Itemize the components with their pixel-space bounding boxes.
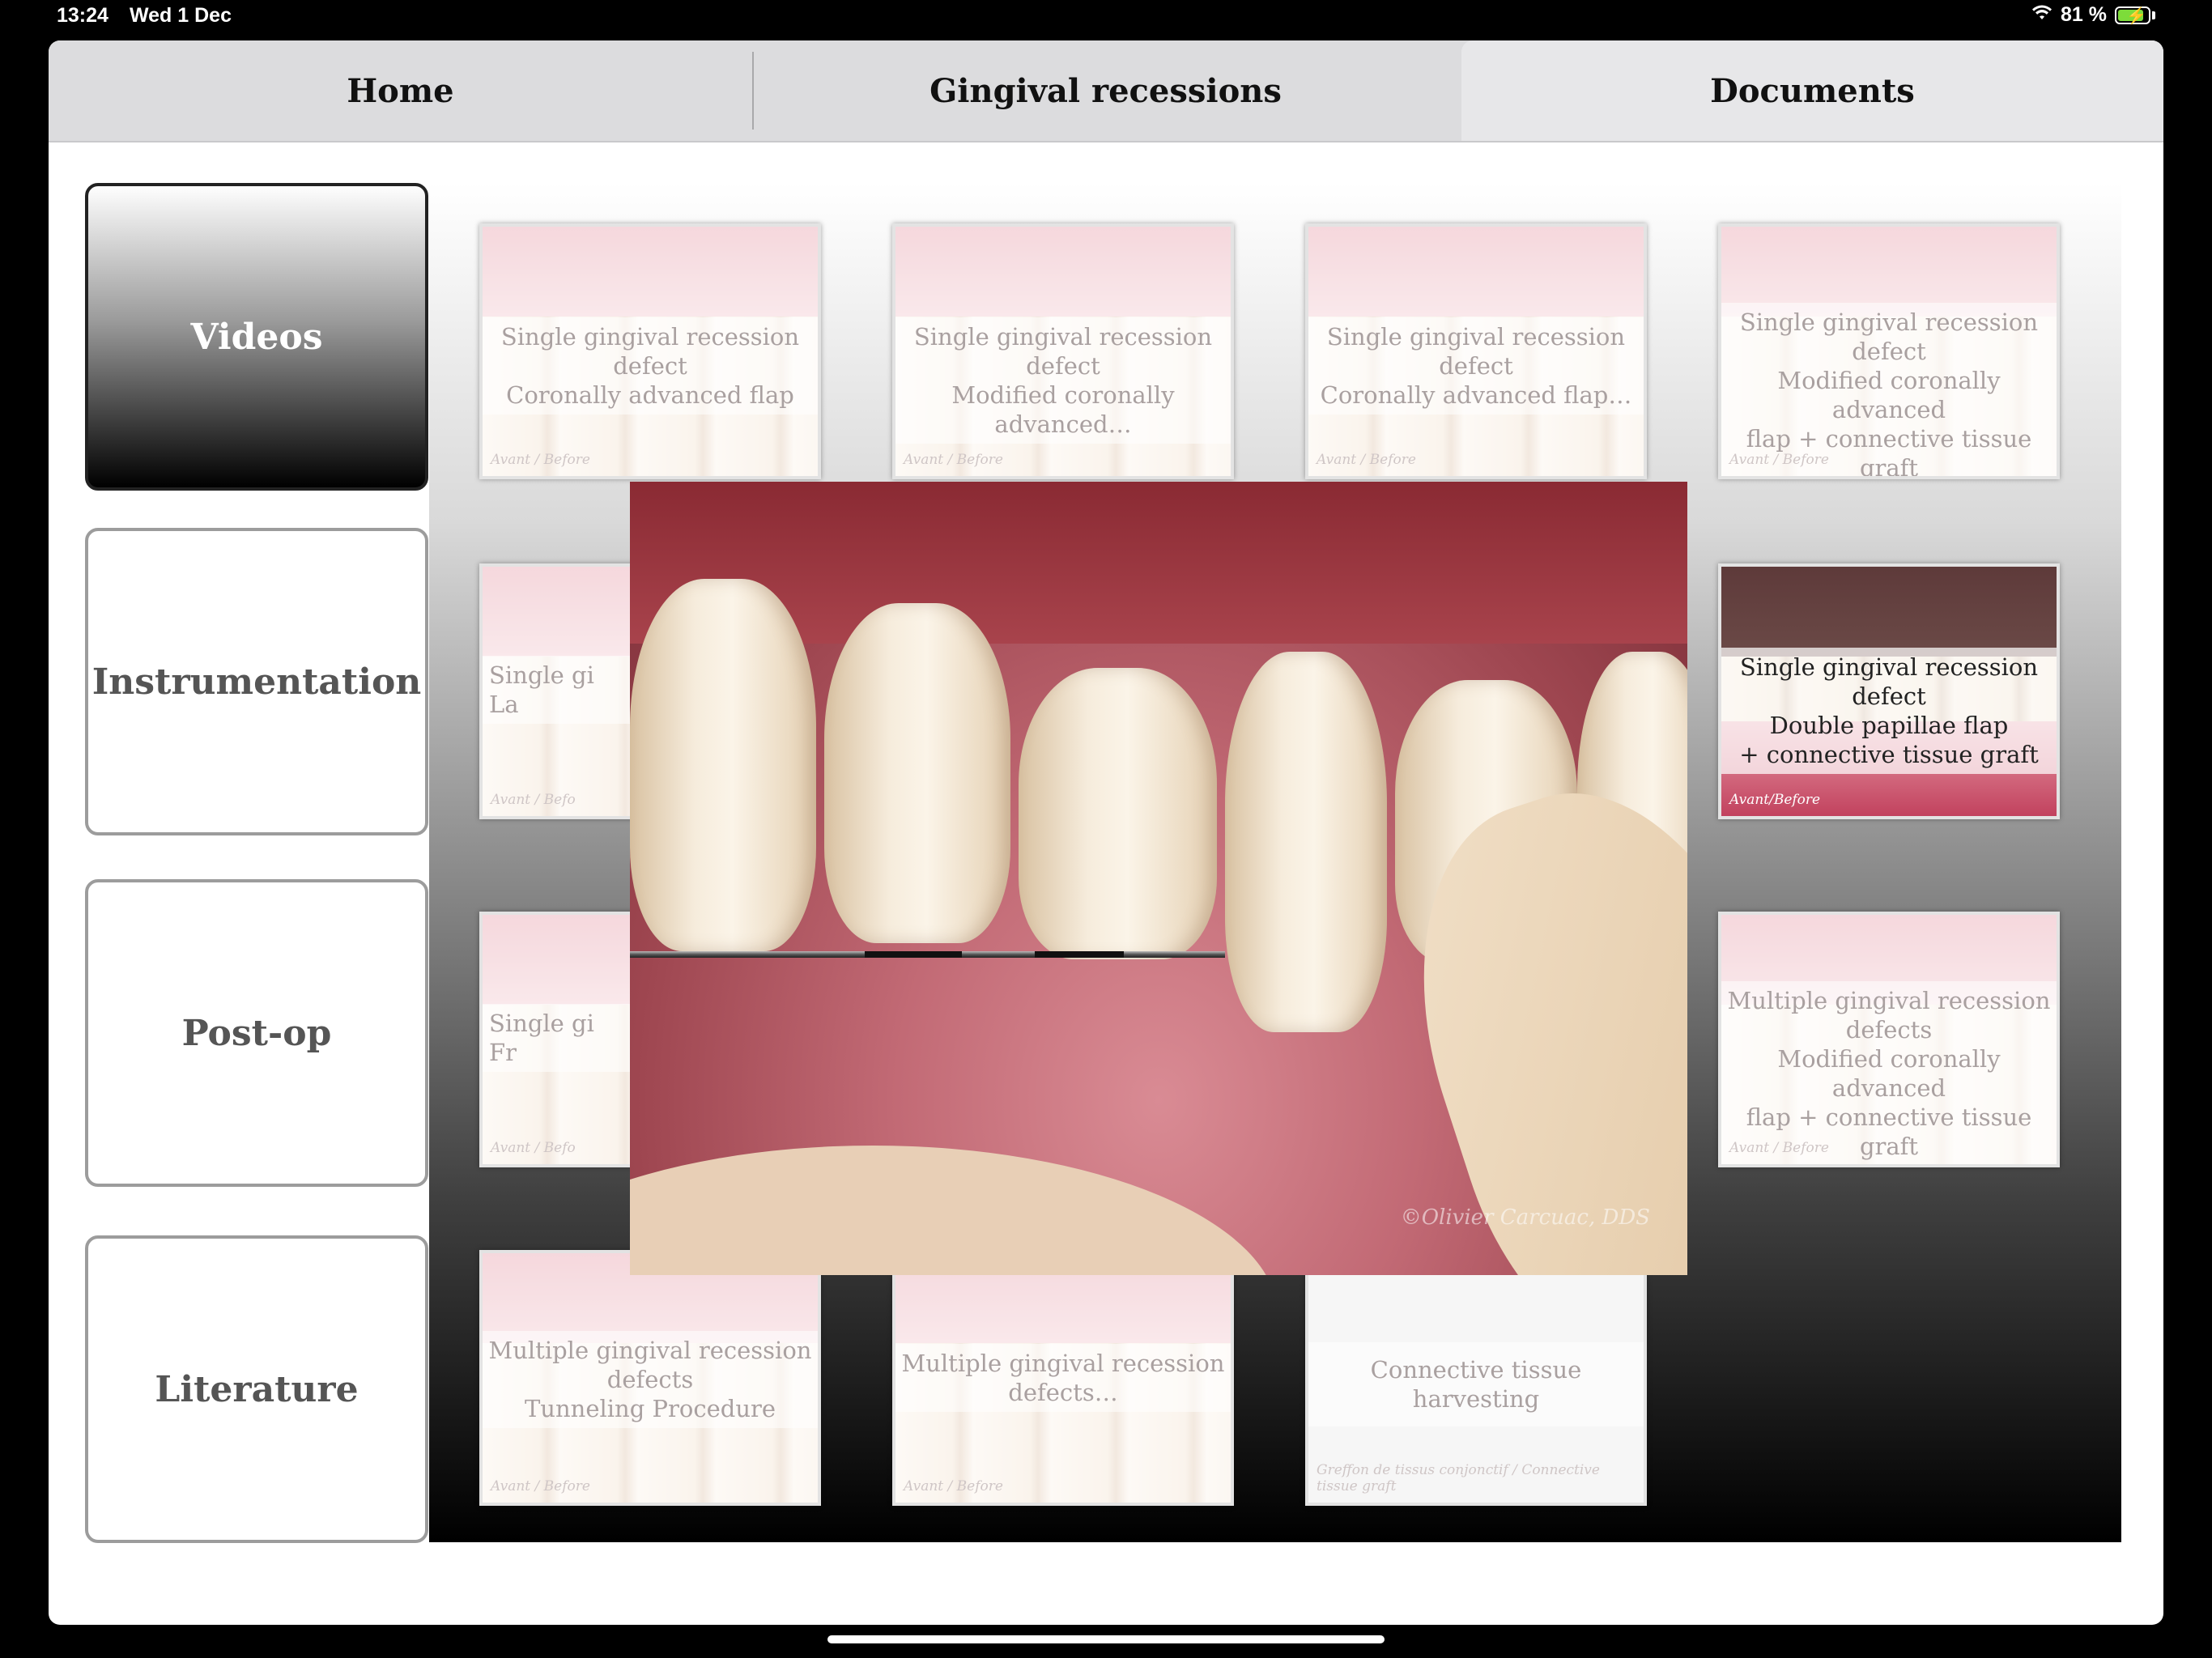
- thumbnail-title: Connective tissue harvesting: [1308, 1342, 1644, 1426]
- thumbnail-title: Single gingival recession defect Coronal…: [483, 317, 818, 414]
- video-thumbnail[interactable]: Single gingival recession defect Coronal…: [479, 223, 821, 479]
- video-thumbnail[interactable]: Multiple gingival recession defects… Ava…: [892, 1250, 1234, 1506]
- sidebar-item-instrumentation[interactable]: Instrumentation: [85, 528, 428, 835]
- thumbnail-tag: Avant/Before: [1729, 792, 1821, 808]
- video-thumbnail[interactable]: Connective tissue harvesting Greffon de …: [1305, 1250, 1647, 1506]
- battery-icon: ⚡: [2115, 6, 2150, 25]
- wifi-icon: [2031, 3, 2052, 27]
- video-thumbnail[interactable]: Multiple gingival recession defects Tunn…: [479, 1250, 821, 1506]
- sidebar-item-literature[interactable]: Literature: [85, 1235, 428, 1543]
- app-window: Home Gingival recessions Documents Video…: [49, 40, 2163, 1625]
- status-date: Wed 1 Dec: [130, 4, 232, 27]
- thumbnail-title: Single gingival recession defect Double …: [1721, 648, 2057, 774]
- thumbnail-tag: Avant / Before: [1729, 452, 1829, 468]
- thumbnail-title: Multiple gingival recession defects Tunn…: [483, 1331, 818, 1428]
- sidebar-item-post-op[interactable]: Post-op: [85, 879, 428, 1187]
- thumbnail-tag: Avant / Before: [491, 1478, 590, 1494]
- video-thumbnail[interactable]: Single gingival recession defect Modifie…: [892, 223, 1234, 479]
- video-player[interactable]: ©Olivier Carcuac, DDS: [630, 482, 1687, 1275]
- tab-home[interactable]: Home: [49, 40, 752, 141]
- status-right: 81 % ⚡: [2031, 3, 2155, 27]
- tab-gingival-recessions[interactable]: Gingival recessions: [754, 40, 1457, 141]
- home-indicator[interactable]: [827, 1635, 1385, 1643]
- battery-percent: 81 %: [2061, 3, 2107, 26]
- status-time: 13:24: [57, 4, 108, 27]
- thumbnail-tag: Avant / Befo: [491, 792, 576, 808]
- video-thumbnail[interactable]: Single gingival recession defect Double …: [1718, 563, 2060, 819]
- thumbnail-title: Multiple gingival recession defects Modi…: [1721, 981, 2057, 1164]
- thumbnail-title: Single gingival recession defect Coronal…: [1308, 317, 1644, 414]
- thumbnail-tag: Avant / Before: [491, 452, 590, 468]
- tab-bar: Home Gingival recessions Documents: [49, 40, 2163, 142]
- video-watermark: ©Olivier Carcuac, DDS: [1400, 1205, 1650, 1230]
- thumbnail-title: Single gingival recession defect Modifie…: [895, 317, 1231, 444]
- status-bar: 13:24 Wed 1 Dec 81 % ⚡: [0, 0, 2212, 32]
- thumbnail-tag: Avant / Before: [1317, 452, 1416, 468]
- thumbnail-tag: Greffon de tissus conjonctif / Connectiv…: [1317, 1462, 1600, 1494]
- tab-documents[interactable]: Documents: [1461, 40, 2163, 141]
- thumbnail-tag: Avant / Befo: [491, 1140, 576, 1156]
- thumbnail-tag: Avant / Before: [904, 452, 1003, 468]
- thumbnail-tag: Avant / Before: [1729, 1140, 1829, 1156]
- thumbnail-title: Multiple gingival recession defects…: [895, 1344, 1231, 1412]
- video-thumbnail[interactable]: Multiple gingival recession defects Modi…: [1718, 912, 2060, 1167]
- sidebar-item-videos[interactable]: Videos: [85, 183, 428, 491]
- video-thumbnail[interactable]: Single gingival recession defect Coronal…: [1305, 223, 1647, 479]
- thumbnail-tag: Avant / Before: [904, 1478, 1003, 1494]
- video-thumbnail[interactable]: Single gingival recession defect Modifie…: [1718, 223, 2060, 479]
- probe-instrument: [630, 951, 1225, 958]
